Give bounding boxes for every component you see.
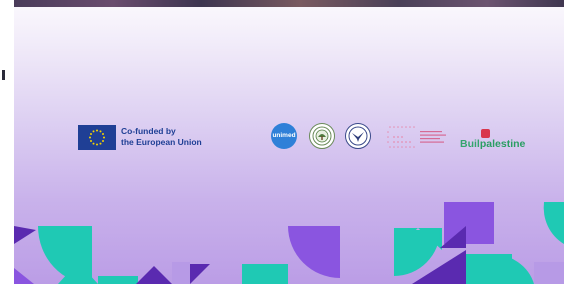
banner-slide: Co-funded by the European Union unimed B… [14, 0, 564, 284]
pattern-shape-8 [190, 264, 210, 284]
pattern-shape-3 [14, 268, 34, 284]
pattern-shape-10 [288, 226, 340, 278]
pattern-shape-19 [534, 262, 564, 284]
pattern-shape-6 [136, 266, 172, 284]
left-page-edge [0, 0, 14, 284]
pattern-shape-13 [394, 230, 440, 276]
pattern-shape-14 [444, 202, 494, 244]
pattern-shape-20 [543, 202, 564, 244]
pattern-shape-9 [242, 264, 288, 284]
pattern-shape-5 [98, 276, 138, 284]
pattern-shape-1 [14, 226, 36, 244]
geometric-pattern [14, 0, 564, 284]
pattern-shape-7 [172, 262, 190, 284]
left-edge-mark [2, 70, 5, 80]
